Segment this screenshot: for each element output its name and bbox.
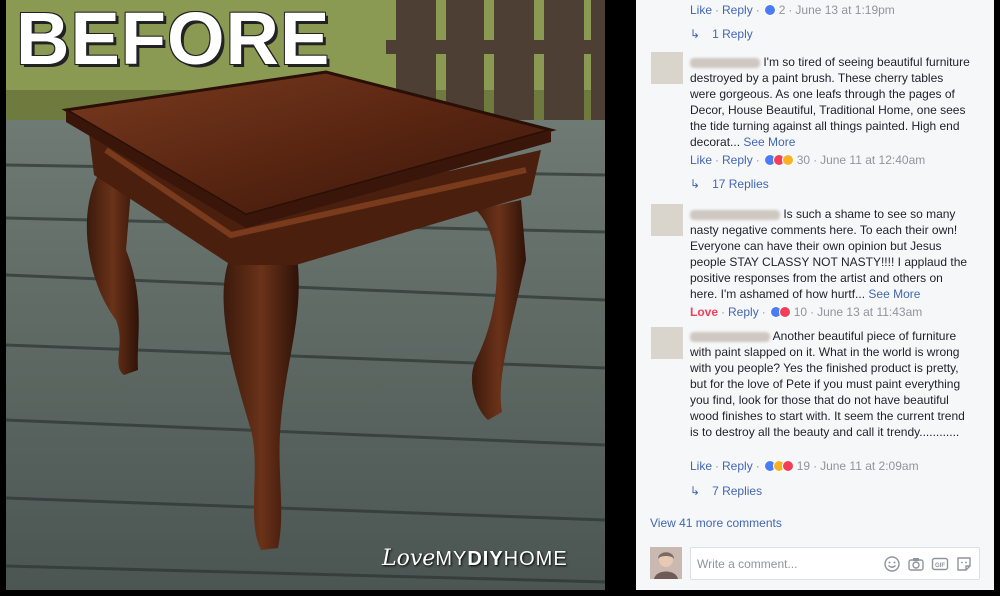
reply-arrow-icon: ↳ (690, 484, 701, 498)
haha-reaction-icon (781, 154, 794, 166)
reaction-count: 10 (793, 305, 808, 319)
view-more-comments-link[interactable]: View 41 more comments (650, 516, 782, 530)
separator: · (813, 459, 818, 473)
watermark-my: MY (435, 548, 468, 570)
avatar[interactable] (651, 204, 683, 236)
reply-link[interactable]: Reply (722, 459, 753, 473)
sticker-icon[interactable] (955, 555, 973, 573)
comment-time[interactable]: June 11 at 12:40am (820, 153, 925, 167)
comment-text: Another beautiful piece of furniture wit… (690, 328, 972, 440)
love-reaction-icon (781, 460, 794, 472)
reply-arrow-icon: ↳ (690, 27, 701, 41)
replies-count: 7 Replies (712, 484, 763, 498)
current-user-avatar[interactable] (650, 547, 682, 579)
comments-panel: Like · Reply · 2 · June 13 at 1:19pm ↳ 1… (636, 0, 994, 590)
comment-text: I'm so tired of seeing beautiful furnitu… (690, 54, 972, 150)
comment-body: Is such a shame to see so many nasty neg… (690, 207, 968, 301)
reaction-count: 30 (796, 153, 811, 167)
reply-arrow-icon: ↳ (690, 177, 701, 191)
reaction-icons[interactable] (763, 460, 794, 472)
reaction-icons[interactable] (763, 154, 794, 166)
table-photo-illustration (6, 0, 605, 590)
love-link[interactable]: Love (690, 305, 718, 319)
separator: · (813, 153, 818, 167)
separator: · (755, 459, 760, 473)
avatar-face-icon (650, 547, 682, 579)
replies-link[interactable]: ↳ 7 Replies (690, 484, 762, 498)
commenter-name[interactable] (690, 57, 760, 68)
comment-time[interactable]: June 13 at 1:19pm (795, 3, 894, 17)
replies-link[interactable]: ↳ 1 Reply (690, 27, 753, 41)
comment-actions: Like · Reply · 19 · June 11 at 2:09am (690, 459, 919, 473)
separator: · (755, 3, 760, 17)
commenter-name[interactable] (690, 331, 770, 342)
reaction-icons[interactable] (763, 4, 776, 16)
watermark-home: HOME (503, 548, 568, 570)
reaction-count: 2 (778, 3, 786, 17)
like-reaction-icon (763, 4, 776, 16)
comment-input[interactable]: Write a comment... (697, 557, 797, 571)
replies-count: 1 Reply (712, 27, 753, 41)
love-reaction-icon (778, 306, 791, 318)
reply-link[interactable]: Reply (722, 153, 753, 167)
separator: · (715, 153, 720, 167)
comment-actions: Love · Reply · 10 · June 13 at 11:43am (690, 305, 922, 319)
see-more-link[interactable]: See More (743, 135, 795, 149)
see-more-link[interactable]: See More (868, 287, 920, 301)
reply-link[interactable]: Reply (722, 3, 753, 17)
avatar[interactable] (651, 327, 683, 359)
reaction-count: 19 (796, 459, 811, 473)
comment-text: Is such a shame to see so many nasty neg… (690, 206, 972, 302)
comment-body: I'm so tired of seeing beautiful furnitu… (690, 55, 970, 149)
camera-icon[interactable] (907, 555, 925, 573)
separator: · (810, 305, 815, 319)
separator: · (755, 153, 760, 167)
like-link[interactable]: Like (690, 459, 712, 473)
watermark-love: Love (382, 546, 436, 571)
replies-link[interactable]: ↳ 17 Replies (690, 177, 769, 191)
commenter-name[interactable] (690, 209, 780, 220)
replies-count: 17 Replies (712, 177, 769, 191)
comment-body: Another beautiful piece of furniture wit… (690, 329, 965, 439)
composer-tools: GIF (883, 555, 973, 573)
comment-actions: Like · Reply · 30 · June 11 at 12:40am (690, 153, 925, 167)
separator: · (761, 305, 766, 319)
emoji-icon[interactable] (883, 555, 901, 573)
watermark-logo: Love MY DIY HOME (382, 546, 568, 571)
like-link[interactable]: Like (690, 153, 712, 167)
comment-actions: Like · Reply · 2 · June 13 at 1:19pm (690, 3, 895, 17)
comment-composer[interactable]: Write a comment... GIF (690, 547, 980, 580)
before-title: BEFORE (16, 0, 331, 80)
watermark-diy: DIY (467, 548, 504, 570)
reaction-icons[interactable] (769, 306, 791, 318)
like-link[interactable]: Like (690, 3, 712, 17)
gif-icon[interactable]: GIF (931, 555, 949, 573)
before-photo: BEFORE Love MY DIY HOME (6, 0, 605, 590)
reply-link[interactable]: Reply (728, 305, 759, 319)
comment-time[interactable]: June 13 at 11:43am (817, 305, 922, 319)
svg-text:GIF: GIF (935, 563, 945, 569)
separator: · (721, 305, 726, 319)
separator: · (715, 459, 720, 473)
comment-time[interactable]: June 11 at 2:09am (820, 459, 919, 473)
separator: · (715, 3, 720, 17)
separator: · (788, 3, 793, 17)
avatar[interactable] (651, 52, 683, 84)
